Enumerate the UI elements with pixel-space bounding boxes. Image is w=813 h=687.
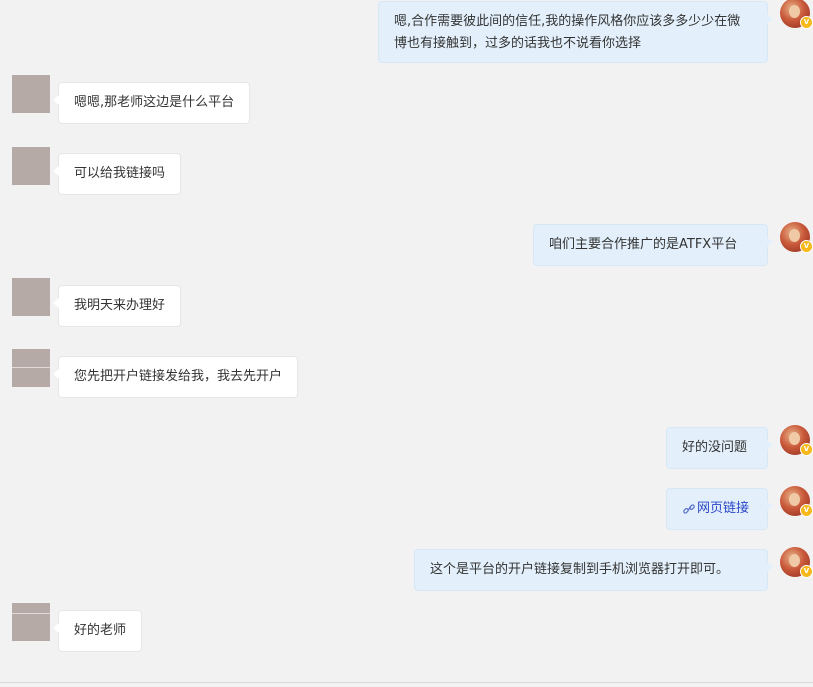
message-text: 我明天来办理好 bbox=[74, 298, 166, 313]
message-text: 好的老师 bbox=[74, 623, 127, 638]
web-link[interactable]: 网页链接 bbox=[697, 498, 749, 520]
verified-badge-icon: V bbox=[800, 565, 813, 578]
avatar-self[interactable]: V bbox=[780, 222, 813, 253]
web-link-bubble[interactable]: 网页链接 bbox=[666, 488, 773, 530]
message-text: 这个是平台的开户链接复制到手机浏览器打开即可。 bbox=[430, 562, 730, 577]
message-text: 咱们主要合作推广的是ATFX平台 bbox=[549, 237, 738, 252]
message-text: 嗯嗯,那老师这边是什么平台 bbox=[74, 95, 235, 110]
verified-badge-icon: V bbox=[800, 16, 813, 29]
verified-badge-icon: V bbox=[800, 240, 813, 253]
message-bubble-peer[interactable]: 可以给我链接吗 bbox=[52, 153, 182, 195]
message-bubble-self[interactable]: 咱们主要合作推广的是ATFX平台 bbox=[533, 224, 773, 266]
message-text: 嗯,合作需要彼此间的信任,我的操作风格你应该多多少少在微博也有接触到，过多的话我… bbox=[394, 14, 741, 51]
avatar-self[interactable]: V bbox=[780, 547, 813, 578]
message-text: 您先把开户链接发给我，我去先开户 bbox=[74, 369, 283, 384]
avatar-peer[interactable] bbox=[12, 603, 50, 641]
avatar-peer[interactable] bbox=[12, 278, 50, 316]
avatar-self[interactable]: V bbox=[780, 486, 813, 517]
avatar-face bbox=[789, 229, 800, 242]
message-bubble-peer[interactable]: 嗯嗯,那老师这边是什么平台 bbox=[52, 82, 251, 124]
chat-window: 嗯,合作需要彼此间的信任,我的操作风格你应该多多少少在微博也有接触到，过多的话我… bbox=[0, 0, 813, 687]
message-bubble-peer[interactable]: 您先把开户链接发给我，我去先开户 bbox=[52, 356, 299, 398]
avatar-self[interactable]: V bbox=[780, 425, 813, 456]
message-text: 好的没问题 bbox=[682, 440, 748, 455]
message-bubble-self[interactable]: 嗯,合作需要彼此间的信任,我的操作风格你应该多多少少在微博也有接触到，过多的话我… bbox=[378, 1, 773, 63]
avatar-face bbox=[789, 5, 800, 18]
message-bubble-self[interactable]: 好的没问题 bbox=[666, 427, 773, 469]
avatar-face bbox=[789, 554, 800, 567]
verified-badge-icon: V bbox=[800, 504, 813, 517]
avatar-self[interactable]: V bbox=[780, 0, 813, 29]
avatar-face bbox=[789, 432, 800, 445]
avatar-face bbox=[789, 493, 800, 506]
message-bubble-peer[interactable]: 好的老师 bbox=[52, 610, 143, 652]
message-bubble-peer[interactable]: 我明天来办理好 bbox=[52, 285, 182, 327]
message-text: 可以给我链接吗 bbox=[74, 166, 166, 181]
avatar-peer[interactable] bbox=[12, 349, 50, 387]
avatar-peer[interactable] bbox=[12, 147, 50, 185]
verified-badge-icon: V bbox=[800, 443, 813, 456]
message-bubble-self[interactable]: 这个是平台的开户链接复制到手机浏览器打开即可。 bbox=[414, 549, 773, 591]
link-icon bbox=[683, 504, 695, 514]
divider bbox=[0, 682, 813, 683]
avatar-peer[interactable] bbox=[12, 75, 50, 113]
